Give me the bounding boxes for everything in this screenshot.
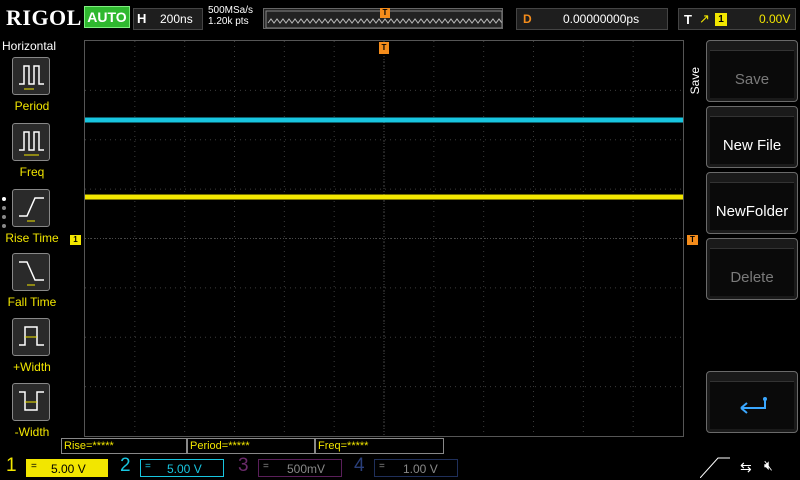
- freq-readout[interactable]: Freq=*****: [315, 438, 444, 454]
- channel-scale: 5.00 V: [167, 462, 202, 476]
- measure-positive-width-button[interactable]: +Width: [3, 318, 61, 380]
- speaker-muted-icon[interactable]: 🔇︎: [764, 457, 773, 474]
- dc-coupling-icon: =: [145, 461, 151, 472]
- period-icon: [12, 57, 50, 95]
- delay-value: 0.00000000ps: [563, 12, 640, 26]
- button-label: New File: [722, 137, 782, 154]
- measure-freq-button[interactable]: Freq: [3, 123, 61, 185]
- channel-number: 1: [6, 455, 17, 476]
- channel-1-tab[interactable]: 1 = 5.00 V: [0, 455, 112, 479]
- negative-width-icon: [12, 383, 50, 421]
- save-menu: Save Save New File NewFolder Delete: [686, 37, 800, 454]
- channel-1-trace: [85, 194, 683, 200]
- new-folder-button[interactable]: NewFolder: [706, 172, 798, 234]
- channel-number: 3: [238, 455, 249, 476]
- measure-label: -Width: [14, 425, 50, 439]
- button-label: Save: [734, 71, 770, 88]
- button-label: Delete: [730, 269, 774, 286]
- delay-key-label: D: [523, 12, 532, 26]
- rise-time-icon: [12, 189, 50, 227]
- return-arrow-icon: [740, 397, 767, 414]
- measure-panel: Horizontal Period Freq Rise Time Fall Ti…: [0, 37, 62, 454]
- rise-readout[interactable]: Rise=*****: [61, 438, 187, 454]
- channel-1-scale-box: = 5.00 V: [26, 459, 108, 477]
- timebase-value: 200ns: [160, 12, 193, 26]
- measure-label: Fall Time: [7, 295, 57, 309]
- channel-scale: 500mV: [287, 462, 326, 476]
- button-label: NewFolder: [715, 203, 789, 220]
- dc-coupling-icon: =: [379, 461, 385, 472]
- status-tab-decoration: [700, 457, 730, 478]
- memory-trigger-marker: T: [380, 8, 390, 18]
- measure-label: Period: [14, 99, 50, 113]
- trigger-level-value: 0.00V: [759, 12, 791, 26]
- delay-box[interactable]: D 0.00000000ps: [516, 8, 668, 30]
- channel-2-trace: [85, 117, 683, 123]
- trigger-source-badge: 1: [715, 13, 727, 26]
- acquisition-info: 500MSa/s 1.20k pts: [208, 5, 253, 27]
- sample-rate: 500MSa/s: [208, 5, 254, 16]
- graticule: [85, 41, 683, 436]
- usb-icon: ⇆: [740, 459, 752, 475]
- measure-label: Rise Time: [5, 231, 59, 245]
- period-readout[interactable]: Period=*****: [187, 438, 315, 454]
- horizontal-key-label: H: [137, 11, 147, 26]
- measure-label: Freq: [19, 165, 45, 179]
- measure-label: +Width: [13, 360, 51, 374]
- waveform-display[interactable]: [84, 40, 684, 437]
- horizontal-trigger-position-marker[interactable]: T: [379, 42, 389, 54]
- memory-depth: 1.20k pts: [208, 16, 249, 27]
- measure-category-title: Horizontal: [2, 39, 57, 53]
- frequency-icon: [12, 123, 50, 161]
- channel-3-tab[interactable]: 3 = 500mV: [232, 455, 347, 479]
- channel-scale: 1.00 V: [403, 462, 438, 476]
- dc-coupling-icon: =: [31, 461, 37, 472]
- channel-number: 4: [354, 455, 365, 476]
- channel-2-scale-box: = 5.00 V: [140, 459, 224, 477]
- trigger-box[interactable]: T ↗ 1 0.00V: [678, 8, 796, 30]
- trigger-key-label: T: [684, 12, 692, 27]
- positive-width-icon: [12, 318, 50, 356]
- dc-coupling-icon: =: [263, 461, 269, 472]
- return-button[interactable]: [706, 371, 798, 433]
- channel-number: 2: [120, 455, 131, 476]
- channel-2-tab[interactable]: 2 = 5.00 V: [114, 455, 229, 479]
- menu-title: Save: [688, 67, 702, 95]
- measure-rise-time-button[interactable]: Rise Time: [3, 189, 61, 251]
- top-status-bar: RIGOL AUTO H 200ns 500MSa/s 1.20k pts T …: [0, 0, 800, 37]
- measure-period-button[interactable]: Period: [3, 57, 61, 119]
- new-file-button[interactable]: New File: [706, 106, 798, 168]
- delete-button[interactable]: Delete: [706, 238, 798, 300]
- channel-4-scale-box: = 1.00 V: [374, 459, 458, 477]
- rising-edge-icon: ↗: [699, 11, 710, 26]
- channel-1-offset-marker[interactable]: 1: [70, 235, 81, 245]
- run-mode-auto-button[interactable]: AUTO: [84, 6, 130, 28]
- channel-4-tab[interactable]: 4 = 1.00 V: [348, 455, 463, 479]
- channel-scale: 5.00 V: [51, 462, 86, 476]
- horizontal-timebase-box[interactable]: H 200ns: [133, 8, 203, 30]
- save-button[interactable]: Save: [706, 40, 798, 102]
- measure-negative-width-button[interactable]: -Width: [3, 383, 61, 445]
- measure-fall-time-button[interactable]: Fall Time: [3, 253, 61, 315]
- channel-3-scale-box: = 500mV: [258, 459, 342, 477]
- fall-time-icon: [12, 253, 50, 291]
- brand-logo: RIGOL: [6, 5, 82, 30]
- channel-status-bar: 1 = 5.00 V 2 = 5.00 V 3 = 500mV 4 = 1.00…: [0, 454, 800, 480]
